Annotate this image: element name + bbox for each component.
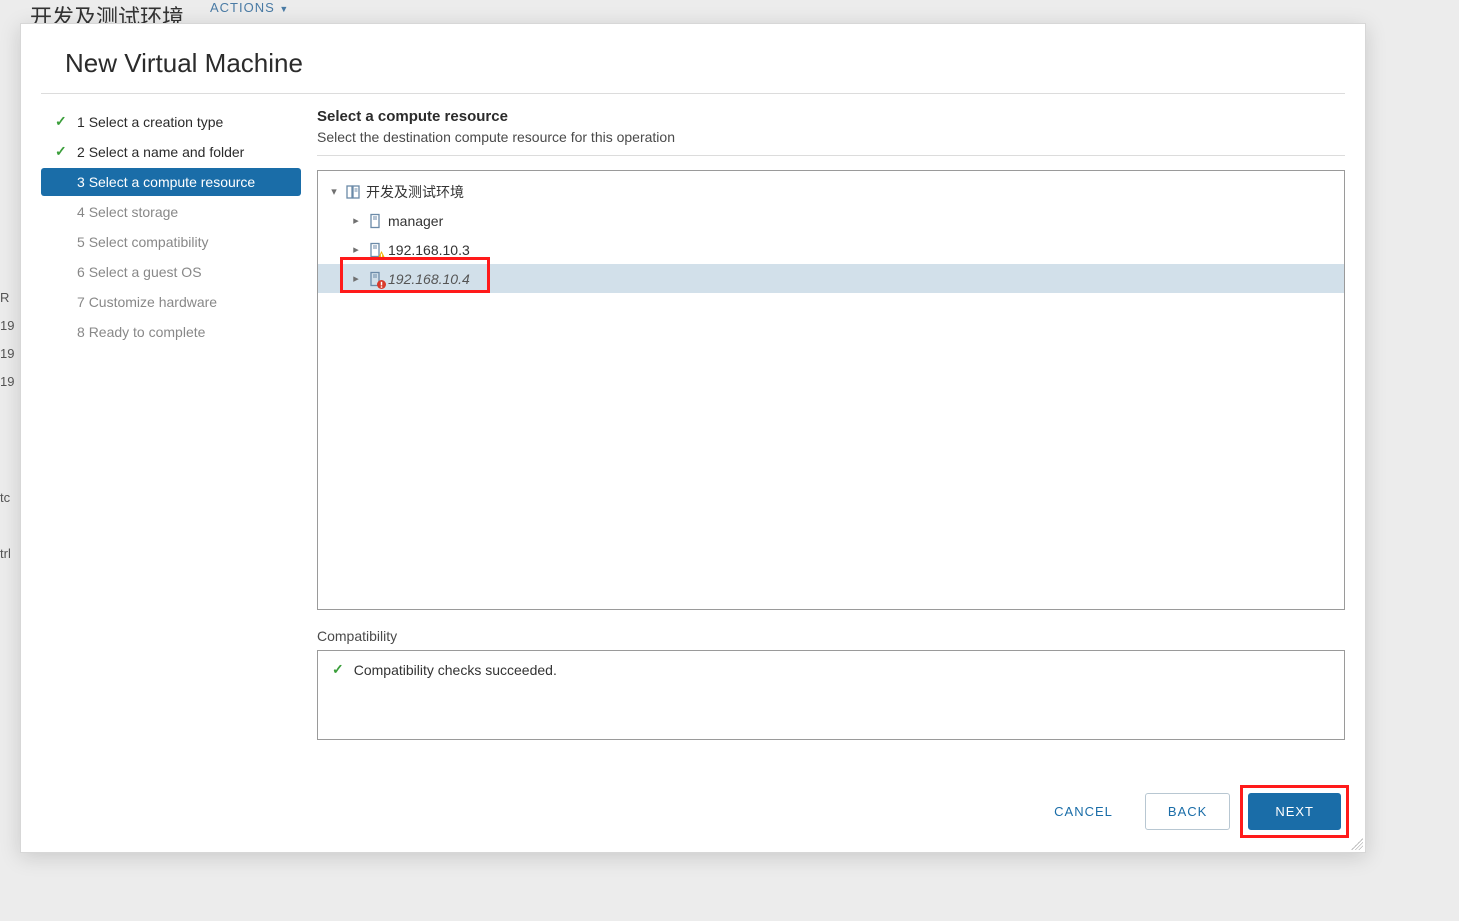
content-heading: Select a compute resource xyxy=(317,108,1345,125)
compatibility-result: ✓ Compatibility checks succeeded. xyxy=(332,661,1330,678)
divider xyxy=(317,155,1345,156)
step-5-compatibility: 5 Select compatibility xyxy=(41,228,301,256)
host-error-icon xyxy=(366,270,384,288)
chevron-down-icon[interactable]: ▾ xyxy=(326,185,342,198)
tree-item-label: 192.168.10.4 xyxy=(388,271,470,287)
bg-side-strip: R 19 19 19 tc trl xyxy=(0,290,18,574)
tree-datacenter[interactable]: ▾ 开发及测试环境 xyxy=(318,177,1344,206)
step-6-guest-os: 6 Select a guest OS xyxy=(41,258,301,286)
cancel-button[interactable]: CANCEL xyxy=(1040,794,1127,829)
wizard-steps-list: 1 Select a creation type 2 Select a name… xyxy=(41,94,301,775)
compatibility-label: Compatibility xyxy=(317,628,1345,644)
step-2-name-folder[interactable]: 2 Select a name and folder xyxy=(41,138,301,166)
compatibility-message: Compatibility checks succeeded. xyxy=(354,662,557,678)
content-subheading: Select the destination compute resource … xyxy=(317,129,1345,145)
tree-host-10-4[interactable]: ▸ 192.168.10.4 xyxy=(318,264,1344,293)
bg-actions-menu[interactable]: ACTIONS ▼ xyxy=(210,0,289,15)
tree-host-10-3[interactable]: ▸ 192.168.10.3 xyxy=(318,235,1344,264)
resize-grip[interactable] xyxy=(1351,838,1363,850)
step-3-compute-resource[interactable]: 3 Select a compute resource xyxy=(41,168,301,196)
tree-item-label: manager xyxy=(388,213,443,229)
new-vm-wizard-dialog: New Virtual Machine 1 Select a creation … xyxy=(20,23,1366,853)
chevron-right-icon[interactable]: ▸ xyxy=(348,243,364,256)
back-button[interactable]: BACK xyxy=(1145,793,1230,830)
compute-resource-tree[interactable]: ▾ 开发及测试环境 ▸ manager ▸ xyxy=(317,170,1345,610)
step-8-ready: 8 Ready to complete xyxy=(41,318,301,346)
check-icon: ✓ xyxy=(332,661,344,678)
chevron-right-icon[interactable]: ▸ xyxy=(348,214,364,227)
dialog-title: New Virtual Machine xyxy=(41,24,1345,94)
step-1-creation-type[interactable]: 1 Select a creation type xyxy=(41,108,301,136)
next-button[interactable]: NEXT xyxy=(1248,793,1341,830)
host-warning-icon xyxy=(366,241,384,259)
step-7-customize-hardware: 7 Customize hardware xyxy=(41,288,301,316)
tree-datacenter-label: 开发及测试环境 xyxy=(366,182,464,202)
compatibility-box: ✓ Compatibility checks succeeded. xyxy=(317,650,1345,740)
chevron-right-icon[interactable]: ▸ xyxy=(348,272,364,285)
datacenter-icon xyxy=(344,183,362,201)
tree-host-manager[interactable]: ▸ manager xyxy=(318,206,1344,235)
tree-item-label: 192.168.10.3 xyxy=(388,242,470,258)
dialog-footer: CANCEL BACK NEXT xyxy=(21,775,1365,852)
step-4-storage: 4 Select storage xyxy=(41,198,301,226)
host-icon xyxy=(366,212,384,230)
